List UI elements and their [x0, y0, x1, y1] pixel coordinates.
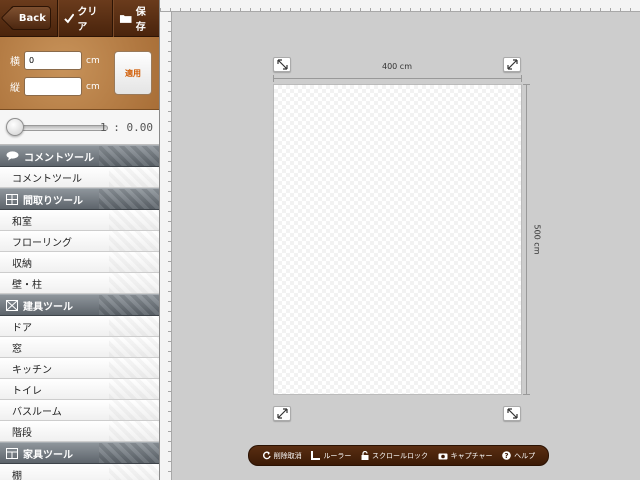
resize-handle-bottom-right[interactable] — [503, 406, 521, 421]
zoom-slider-track[interactable] — [12, 125, 108, 131]
section-title: 間取りツール — [23, 195, 83, 207]
width-label: 横 — [10, 57, 20, 68]
list-item-comment-tool[interactable]: コメントツール — [0, 167, 159, 188]
floor-plan-area[interactable] — [273, 84, 522, 395]
height-unit: cm — [86, 81, 100, 92]
diagonal-arrows-icon — [276, 59, 288, 70]
section-comment-tool: コメントツール — [0, 145, 159, 167]
save-button-label: 保存 — [135, 7, 146, 33]
sidebar: Back クリア 保存 横 cm 縦 cm 適用 1 : 0.00 — [0, 0, 160, 480]
bottom-toolbar: 削除取消 ルーラー スクロールロック キャプチャー ? ヘルプ — [248, 445, 549, 466]
folder-icon — [120, 14, 132, 23]
back-button-label: Back — [18, 12, 46, 24]
undo-delete-button[interactable]: 削除取消 — [262, 451, 302, 461]
zoom-slider-area: 1 : 0.00 — [0, 110, 159, 145]
zoom-slider-thumb[interactable] — [6, 118, 24, 136]
clear-button-label: クリア — [77, 7, 98, 33]
scroll-lock-label: スクロールロック — [372, 451, 429, 460]
section-fixtures-tool: 建具ツール — [0, 294, 159, 316]
ruler-label: ルーラー — [323, 451, 352, 460]
diagonal-arrows-icon — [506, 59, 518, 70]
svg-text:?: ? — [505, 452, 509, 460]
height-row: 縦 cm — [10, 77, 100, 96]
diagonal-arrows-icon — [506, 408, 518, 419]
help-label: ヘルプ — [514, 451, 536, 460]
width-unit: cm — [86, 55, 100, 66]
diagonal-arrows-icon — [276, 408, 288, 419]
clear-button[interactable]: クリア — [64, 3, 107, 33]
section-title: 建具ツール — [23, 301, 73, 313]
resize-handle-bottom-left[interactable] — [273, 406, 291, 421]
height-input[interactable] — [24, 77, 82, 96]
list-item-bathroom[interactable]: バスルーム — [0, 400, 159, 421]
top-toolbar: Back クリア 保存 — [0, 0, 159, 37]
scroll-lock-button[interactable]: スクロールロック — [361, 451, 428, 461]
list-item-flooring[interactable]: フローリング — [0, 231, 159, 252]
camera-icon — [438, 453, 448, 459]
section-title: コメントツール — [24, 152, 94, 164]
list-item-wall-pillar[interactable]: 壁・柱 — [0, 273, 159, 294]
list-item-window[interactable]: 窓 — [0, 337, 159, 358]
toolbar-divider — [56, 0, 58, 37]
list-item-door[interactable]: ドア — [0, 316, 159, 337]
list-item-toilet[interactable]: トイレ — [0, 379, 159, 400]
list-item-stairs[interactable]: 階段 — [0, 421, 159, 442]
width-dimension-label: 400 cm — [381, 62, 412, 71]
undo-delete-label: 削除取消 — [273, 451, 302, 460]
lock-icon — [361, 451, 369, 460]
list-item-kitchen[interactable]: キッチン — [0, 358, 159, 379]
left-ruler — [160, 12, 172, 480]
section-furniture-tool: 家具ツール — [0, 442, 159, 464]
width-input[interactable] — [24, 51, 82, 70]
undo-arrow-icon — [262, 451, 271, 460]
apply-button[interactable]: 適用 — [114, 51, 152, 95]
door-box-icon — [6, 299, 18, 311]
width-row: 横 cm — [10, 51, 100, 70]
help-button[interactable]: ? ヘルプ — [502, 451, 535, 461]
section-layout-tool: 間取りツール — [0, 188, 159, 210]
list-item-japanese-room[interactable]: 和室 — [0, 210, 159, 231]
capture-button[interactable]: キャプチャー — [438, 451, 493, 461]
zoom-ratio: 1 : 0.00 — [100, 121, 153, 134]
resize-handle-top-left[interactable] — [273, 57, 291, 72]
list-item-storage[interactable]: 収納 — [0, 252, 159, 273]
height-dimension-line — [523, 84, 530, 395]
section-title: 家具ツール — [23, 449, 73, 461]
width-dimension-line — [273, 75, 522, 82]
size-panel: 横 cm 縦 cm 適用 — [0, 37, 159, 110]
ruler-button[interactable]: ルーラー — [311, 451, 351, 461]
height-label: 縦 — [10, 83, 20, 94]
top-ruler — [160, 0, 640, 12]
list-item-shelf[interactable]: 棚 — [0, 464, 159, 480]
checkmark-icon — [64, 13, 75, 23]
toolbar-divider — [112, 0, 114, 37]
furniture-grid-icon — [6, 447, 18, 459]
help-icon: ? — [502, 451, 511, 460]
resize-handle-top-right[interactable] — [503, 57, 521, 72]
height-dimension-label: 500 cm — [532, 224, 542, 255]
save-button[interactable]: 保存 — [119, 3, 155, 33]
ruler-icon — [311, 451, 321, 460]
floorplan-grid-icon — [6, 193, 18, 205]
speech-bubble-icon — [6, 151, 19, 161]
back-button[interactable]: Back — [10, 6, 51, 30]
capture-label: キャプチャー — [450, 451, 493, 460]
